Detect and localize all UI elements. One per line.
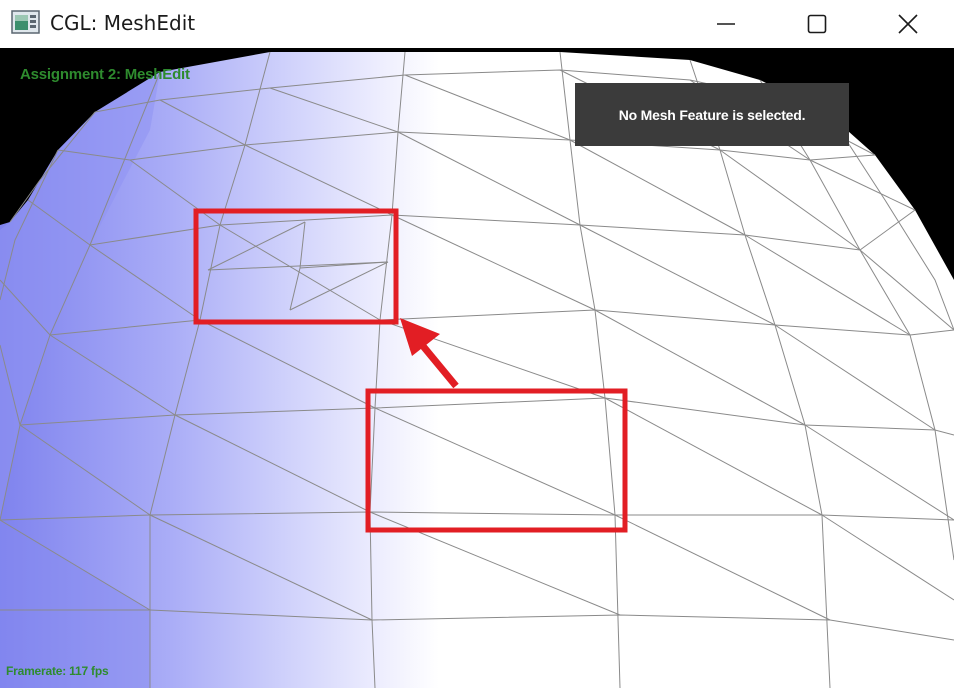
maximize-button[interactable] [771,0,863,48]
assignment-label: Assignment 2: MeshEdit [20,66,190,83]
close-button[interactable] [862,0,954,48]
window-titlebar[interactable]: CGL: MeshEdit [0,0,954,48]
minimize-button[interactable] [680,0,772,48]
close-icon [898,14,918,34]
window-title: CGL: MeshEdit [50,11,196,35]
minimize-icon [717,23,735,25]
mesh-viewport[interactable]: Assignment 2: MeshEdit No Mesh Feature i… [0,48,954,688]
maximize-icon [807,14,827,34]
app-window-icon [11,10,40,34]
selection-info-panel: No Mesh Feature is selected. [575,83,849,146]
selection-info-text: No Mesh Feature is selected. [618,106,806,123]
sphere-surface [0,52,954,688]
framerate-label: Framerate: 117 fps [6,664,109,678]
